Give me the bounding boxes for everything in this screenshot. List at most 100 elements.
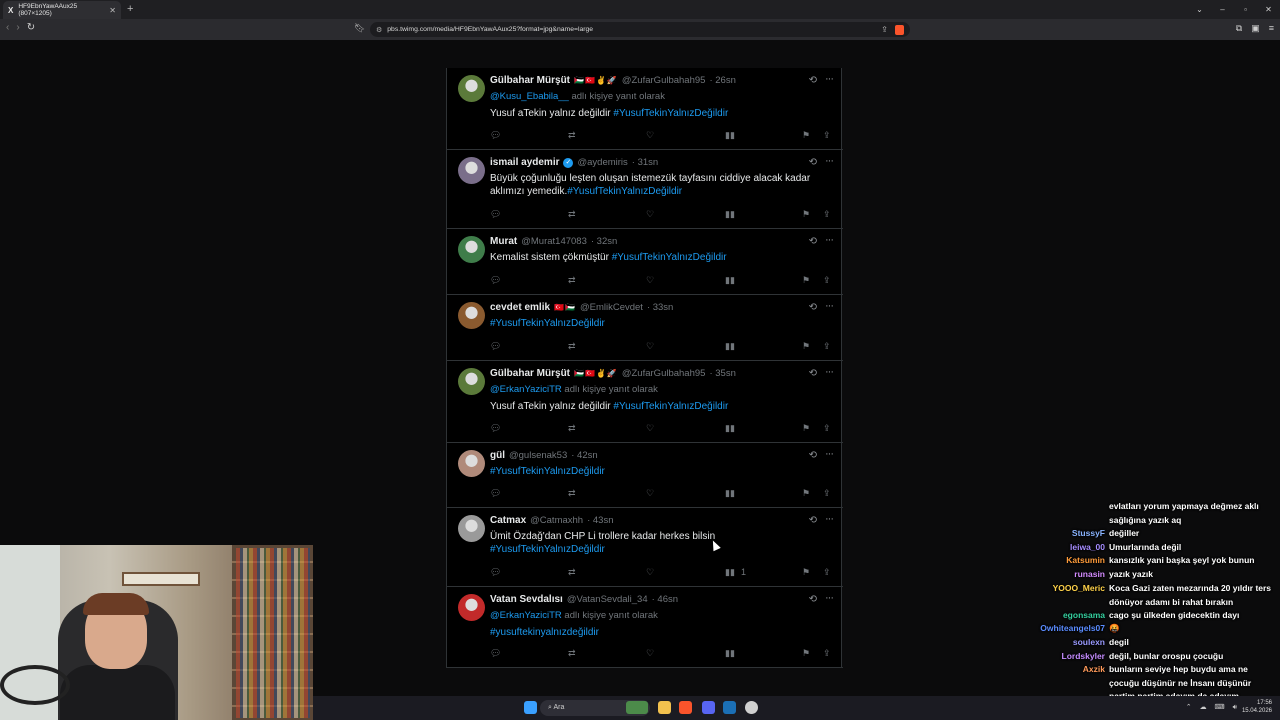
- avatar[interactable]: [458, 594, 485, 621]
- browser-tab[interactable]: X HF9EbnYawAAux25 (807×1205) ✕: [3, 1, 121, 19]
- forward-icon[interactable]: ›: [16, 22, 19, 33]
- bookmark-page-icon[interactable]: 🔖︎: [354, 23, 365, 34]
- reply-icon[interactable]: 💬︎: [490, 488, 501, 499]
- tweet-time[interactable]: · 46sn: [652, 594, 678, 605]
- steam-icon[interactable]: [723, 701, 736, 714]
- author-name[interactable]: Murat: [490, 236, 517, 247]
- retweet-icon[interactable]: ⇄: [568, 567, 576, 578]
- retweet-icon[interactable]: ⇄: [568, 130, 576, 141]
- views-icon[interactable]: ▮▮: [725, 130, 735, 141]
- views-icon[interactable]: ▮▮: [725, 341, 735, 352]
- extensions-icon[interactable]: ⧉: [1236, 23, 1242, 34]
- reply-icon[interactable]: 💬︎: [490, 648, 501, 659]
- views-icon[interactable]: ▮▮: [725, 488, 735, 499]
- hashtag-link[interactable]: #YusufTekinYalnızDeğildir: [490, 544, 605, 555]
- more-icon[interactable]: ···: [825, 592, 834, 604]
- brave-shields-icon[interactable]: [895, 24, 904, 35]
- system-tray[interactable]: ⌃ ☁ ⌨ 🔊︎: [1186, 703, 1240, 712]
- retweet-icon[interactable]: ⇄: [568, 648, 576, 659]
- bookmark-icon[interactable]: ⚑: [802, 488, 810, 499]
- more-icon[interactable]: ···: [825, 234, 834, 246]
- bookmark-icon[interactable]: ⚑: [802, 567, 810, 578]
- close-tab-icon[interactable]: ✕: [109, 6, 116, 15]
- chat-username[interactable]: Lordskyler: [1010, 650, 1105, 664]
- author-name[interactable]: ismail aydemir: [490, 157, 559, 168]
- heart-icon[interactable]: ♡: [646, 130, 654, 141]
- back-icon[interactable]: ‹: [6, 22, 9, 33]
- share-icon[interactable]: ⇪: [823, 275, 831, 286]
- address-bar[interactable]: ⚙ pbs.twimg.com/media/HF9EbnYawAAux25?fo…: [370, 22, 910, 37]
- chat-username[interactable]: runasin: [1010, 568, 1105, 582]
- maximize-button[interactable]: ▫: [1234, 5, 1257, 14]
- grok-icon[interactable]: ⟲: [809, 157, 817, 168]
- retweet-icon[interactable]: ⇄: [568, 275, 576, 286]
- share-icon[interactable]: ⇪: [881, 25, 888, 34]
- widgets-icon[interactable]: [626, 701, 648, 714]
- author-handle[interactable]: @gulsenak53: [509, 450, 567, 461]
- share-icon[interactable]: ⇪: [823, 567, 831, 578]
- tweet-time[interactable]: · 33sn: [647, 302, 673, 313]
- hashtag-link[interactable]: #YusufTekinYalnızDeğildir: [567, 186, 682, 197]
- reply-mention[interactable]: @ErkanYaziciTR: [490, 610, 562, 621]
- tweet[interactable]: Gülbahar Mürşüt 🇵🇸🇹🇷✌🚀 @ZufarGulbahah95 · 2…: [447, 68, 843, 150]
- chat-username[interactable]: egonsama: [1010, 609, 1105, 623]
- more-icon[interactable]: ···: [825, 155, 834, 167]
- obs-icon[interactable]: [745, 701, 758, 714]
- windows-start-icon[interactable]: [524, 701, 537, 714]
- author-handle[interactable]: @ZufarGulbahah95: [622, 75, 706, 86]
- avatar[interactable]: [458, 450, 485, 477]
- share-icon[interactable]: ⇪: [823, 648, 831, 659]
- tweet[interactable]: Gülbahar Mürşüt 🇵🇸🇹🇷✌🚀 @ZufarGulbahah95 · 3…: [447, 361, 843, 443]
- share-icon[interactable]: ⇪: [823, 130, 831, 141]
- new-tab-button[interactable]: +: [127, 3, 133, 15]
- author-handle[interactable]: @VatanSevdali_34: [567, 594, 648, 605]
- avatar[interactable]: [458, 515, 485, 542]
- views-icon[interactable]: ▮▮: [725, 275, 735, 286]
- reply-icon[interactable]: 💬︎: [490, 567, 501, 578]
- share-icon[interactable]: ⇪: [823, 341, 831, 352]
- reply-icon[interactable]: 💬︎: [490, 423, 501, 434]
- avatar[interactable]: [458, 157, 485, 184]
- reply-icon[interactable]: 💬︎: [490, 209, 501, 220]
- author-name[interactable]: Catmax: [490, 515, 526, 526]
- tweet[interactable]: Vatan Sevdalısı @VatanSevdali_34 · 46sn ⟲ ··…: [447, 587, 843, 668]
- close-window-button[interactable]: ✕: [1257, 5, 1280, 14]
- author-handle[interactable]: @ZufarGulbahah95: [622, 368, 706, 379]
- reply-icon[interactable]: 💬︎: [490, 341, 501, 352]
- author-name[interactable]: Vatan Sevdalısı: [490, 594, 563, 605]
- chat-username[interactable]: YOOO_Meric: [1010, 582, 1105, 596]
- grok-icon[interactable]: ⟲: [809, 236, 817, 247]
- author-name[interactable]: gül: [490, 450, 505, 461]
- heart-icon[interactable]: ♡: [646, 567, 654, 578]
- chat-username[interactable]: Owhiteangels07: [1010, 622, 1105, 636]
- menu-icon[interactable]: ≡: [1269, 23, 1274, 34]
- grok-icon[interactable]: ⟲: [809, 594, 817, 605]
- share-icon[interactable]: ⇪: [823, 423, 831, 434]
- grok-icon[interactable]: ⟲: [809, 450, 817, 461]
- chat-username[interactable]: StussyF: [1010, 527, 1105, 541]
- heart-icon[interactable]: ♡: [646, 648, 654, 659]
- tweet[interactable]: cevdet emlik 🇹🇷🇵🇸 @EmlikCevdet · 33sn ⟲ ··· #Y…: [447, 295, 843, 361]
- hashtag-link[interactable]: #YusufTekinYalnızDeğildir: [612, 252, 727, 263]
- file-explorer-icon[interactable]: [658, 701, 671, 714]
- tweet[interactable]: Murat @Murat147083 · 32sn ⟲ ··· Kemalist sist…: [447, 229, 843, 295]
- more-icon[interactable]: ···: [825, 448, 834, 460]
- avatar[interactable]: [458, 368, 485, 395]
- heart-icon[interactable]: ♡: [646, 488, 654, 499]
- views-icon[interactable]: ▮▮: [725, 209, 735, 220]
- chat-username[interactable]: leiwa_00: [1010, 541, 1105, 555]
- tweet-time[interactable]: · 32sn: [591, 236, 617, 247]
- tweet-time[interactable]: · 42sn: [571, 450, 597, 461]
- retweet-icon[interactable]: ⇄: [568, 488, 576, 499]
- reply-icon[interactable]: 💬︎: [490, 130, 501, 141]
- author-name[interactable]: cevdet emlik: [490, 302, 550, 313]
- retweet-icon[interactable]: ⇄: [568, 423, 576, 434]
- bookmark-icon[interactable]: ⚑: [802, 341, 810, 352]
- heart-icon[interactable]: ♡: [646, 209, 654, 220]
- chat-username[interactable]: Axzik: [1010, 663, 1105, 677]
- bookmark-icon[interactable]: ⚑: [802, 209, 810, 220]
- more-icon[interactable]: ···: [825, 366, 834, 378]
- hashtag-link[interactable]: #YusufTekinYalnızDeğildir: [613, 108, 728, 119]
- minimize-button[interactable]: –: [1211, 5, 1234, 14]
- hashtag-link[interactable]: #YusufTekinYalnızDeğildir: [490, 466, 605, 477]
